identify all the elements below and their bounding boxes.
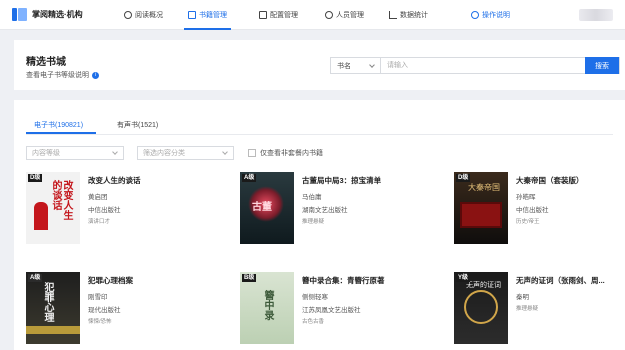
book-publisher: 江苏凤凰文艺出版社 <box>302 307 361 314</box>
book-title[interactable]: 犯罪心理档案 <box>88 275 133 286</box>
book-author: 秦明 <box>516 294 529 301</box>
book-publisher: 中信出版社 <box>516 207 549 214</box>
category-filter-label: 筛选内容分类 <box>143 150 185 157</box>
chevron-down-icon <box>222 149 228 155</box>
search-bar: 书名 <box>330 57 620 74</box>
grade-badge: D级 <box>456 174 471 182</box>
nav-label: 操作说明 <box>482 12 510 19</box>
book-cover[interactable]: 无声的证词 Y级 <box>454 272 508 344</box>
user-avatar[interactable] <box>579 9 613 21</box>
nav-label: 书籍管理 <box>199 12 227 19</box>
grade-help-link[interactable]: 查看电子书等级说明 i <box>26 70 99 80</box>
chart-icon <box>389 11 397 19</box>
nav-label: 配置管理 <box>270 12 298 19</box>
tab-ebooks[interactable]: 电子书(190821) <box>34 120 83 130</box>
nav-label: 阅读概况 <box>135 12 163 19</box>
search-field-label: 书名 <box>337 62 351 70</box>
book-cover[interactable]: 古董 A级 <box>240 172 294 244</box>
user-icon <box>325 11 333 19</box>
grade-badge: B级 <box>242 274 257 282</box>
checkbox[interactable] <box>248 149 256 157</box>
book-publisher: 现代出版社 <box>88 307 121 314</box>
grade-badge: A级 <box>28 274 43 282</box>
dashboard-icon <box>124 11 132 19</box>
search-button[interactable]: 搜索 <box>585 57 619 74</box>
nav-item-book-management[interactable]: 书籍管理 <box>184 0 231 30</box>
book-icon <box>188 11 196 19</box>
book-category: 演讲口才 <box>88 219 111 225</box>
nav-item-reading-overview[interactable]: 阅读概况 <box>124 0 163 30</box>
nav-item-help[interactable]: 操作说明 <box>471 0 510 30</box>
book-title[interactable]: 大秦帝国（套装版） <box>516 175 584 186</box>
grade-filter-select[interactable]: 内容等级 <box>26 146 124 160</box>
book-list-panel: 电子书(190821) 有声书(1521) 内容等级 筛选内容分类 仅查看非套餐… <box>14 100 625 350</box>
help-icon <box>471 11 479 19</box>
search-field-select[interactable]: 书名 <box>331 58 381 73</box>
top-navigation-bar: 掌阅精选·机构 阅读概况 书籍管理 配置管理 人员管理 数据统计 操作说明 <box>0 0 625 30</box>
logo-icon <box>12 8 28 21</box>
book-author: 黄启团 <box>88 194 108 201</box>
book-cover[interactable]: 簪中录 B级 <box>240 272 294 344</box>
book-author: 侧侧轻寒 <box>302 294 328 301</box>
tab-audiobooks[interactable]: 有声书(1521) <box>117 120 158 130</box>
book-title[interactable]: 改变人生的谈话 <box>88 175 141 186</box>
nav-label: 数据统计 <box>400 12 428 19</box>
page-title: 精选书城 <box>26 57 66 68</box>
nav-item-data-statistics[interactable]: 数据统计 <box>389 0 428 30</box>
book-author: 马伯庸 <box>302 194 322 201</box>
page-header: 精选书城 查看电子书等级说明 i 书名 <box>14 40 625 90</box>
chevron-down-icon <box>369 62 375 68</box>
book-category: 悚悚/恐怖 <box>88 319 112 325</box>
info-icon: i <box>92 71 99 79</box>
checkbox-label: 仅查看非套餐内书籍 <box>260 150 323 157</box>
book-cover[interactable]: 大秦帝国 D级 <box>454 172 508 244</box>
grade-help-label: 查看电子书等级说明 <box>26 72 89 79</box>
app-logo[interactable]: 掌阅精选·机构 <box>12 8 83 21</box>
book-category: 推理悬疑 <box>302 219 325 225</box>
search-input[interactable] <box>381 58 619 73</box>
grade-badge: Y级 <box>456 274 471 282</box>
book-cover[interactable]: 改变人生的谈话 D级 <box>26 172 80 244</box>
book-title[interactable]: 簪中录合集：青簪行原著 <box>302 275 385 286</box>
book-publisher: 中信出版社 <box>88 207 121 214</box>
nav-item-config-management[interactable]: 配置管理 <box>259 0 298 30</box>
only-unbooked-checkbox[interactable]: 仅查看非套餐内书籍 <box>248 148 323 158</box>
nav-label: 人员管理 <box>336 12 364 19</box>
settings-icon <box>259 11 267 19</box>
chevron-down-icon <box>112 149 118 155</box>
grade-badge: A级 <box>242 174 257 182</box>
book-title[interactable]: 无声的证词（张雨剑、周... <box>516 275 605 286</box>
tab-divider <box>26 134 613 135</box>
app-name: 掌阅精选·机构 <box>32 10 83 19</box>
book-cover[interactable]: 犯罪心理 A级 <box>26 272 80 344</box>
book-category: 古色古香 <box>302 319 325 325</box>
book-category: 推理悬疑 <box>516 306 539 312</box>
nav-item-staff-management[interactable]: 人员管理 <box>325 0 364 30</box>
book-author: 孙皓晖 <box>516 194 536 201</box>
grade-badge: D级 <box>28 174 43 182</box>
book-category: 历史/帝王 <box>516 219 540 225</box>
category-filter-select[interactable]: 筛选内容分类 <box>137 146 234 160</box>
book-title[interactable]: 古董局中局3：掠宝清单 <box>302 175 381 186</box>
book-author: 刚雪印 <box>88 294 108 301</box>
grade-filter-label: 内容等级 <box>32 150 60 157</box>
book-publisher: 湖南文艺出版社 <box>302 207 348 214</box>
